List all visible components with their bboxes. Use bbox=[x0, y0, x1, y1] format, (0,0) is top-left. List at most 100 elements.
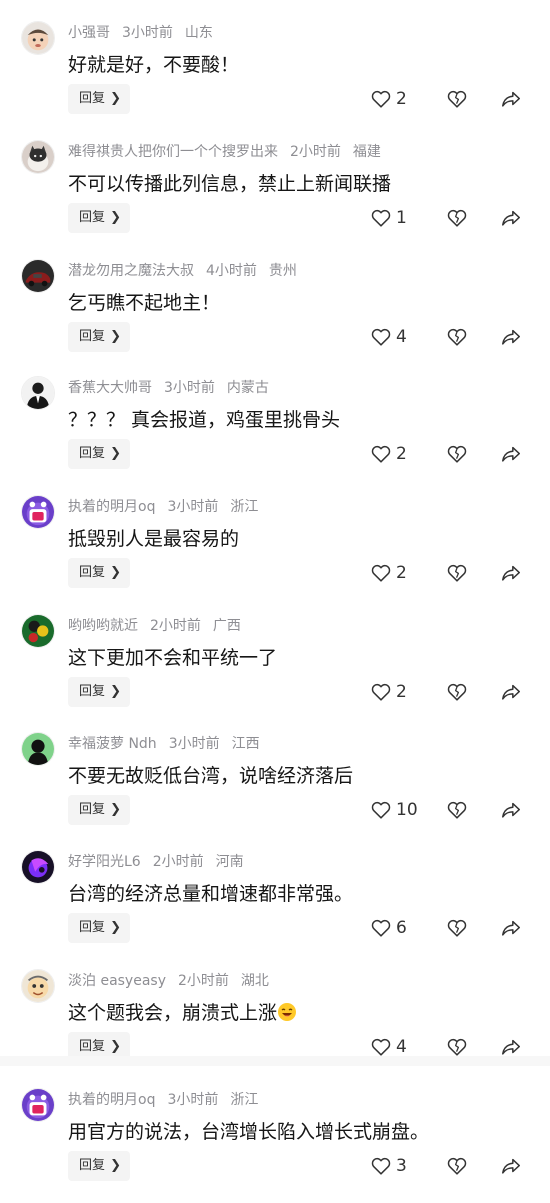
username[interactable]: 香蕉大大帅哥 bbox=[68, 380, 152, 396]
reply-label: 回复 bbox=[79, 210, 106, 225]
share-button[interactable] bbox=[500, 917, 522, 939]
like-button[interactable]: 6 bbox=[370, 917, 407, 939]
comment-time: 2小时前 bbox=[150, 618, 201, 634]
comment-time: 2小时前 bbox=[178, 973, 229, 989]
username[interactable]: 潜龙勿用之魔法大叔 bbox=[68, 263, 194, 279]
comment-text: 台湾的经济总量和增速都非常强。 bbox=[68, 879, 353, 906]
reply-button[interactable]: 回复 ❯ bbox=[68, 558, 130, 588]
share-button[interactable] bbox=[500, 207, 522, 229]
like-button[interactable]: 4 bbox=[370, 326, 407, 348]
reply-button[interactable]: 回复 ❯ bbox=[68, 84, 130, 114]
reply-button[interactable]: 回复 ❯ bbox=[68, 1151, 130, 1181]
reply-button[interactable]: 回复 ❯ bbox=[68, 439, 130, 469]
chevron-right-icon: ❯ bbox=[110, 684, 121, 699]
username[interactable]: 好学阳光L6 bbox=[68, 854, 141, 870]
broken-heart-icon bbox=[446, 443, 468, 465]
like-button[interactable]: 2 bbox=[370, 562, 407, 584]
like-button[interactable]: 2 bbox=[370, 681, 407, 703]
share-button[interactable] bbox=[500, 443, 522, 465]
share-button[interactable] bbox=[500, 562, 522, 584]
comment-meta: 潜龙勿用之魔法大叔 4小时前 贵州 bbox=[68, 260, 309, 280]
username[interactable]: 难得祺贵人把你们一个个搜罗出来 bbox=[68, 144, 278, 160]
dislike-button[interactable] bbox=[446, 326, 468, 348]
share-arrow-icon bbox=[500, 799, 522, 821]
like-button[interactable]: 2 bbox=[370, 88, 407, 110]
dislike-button[interactable] bbox=[446, 1155, 468, 1177]
share-arrow-icon bbox=[500, 917, 522, 939]
chevron-right-icon: ❯ bbox=[110, 210, 121, 225]
comment-item: 难得祺贵人把你们一个个搜罗出来 2小时前 福建 不可以传播此列信息，禁止上新闻联播 … bbox=[0, 137, 550, 255]
dislike-button[interactable] bbox=[446, 562, 468, 584]
reply-button[interactable]: 回复 ❯ bbox=[68, 203, 130, 233]
like-count: 4 bbox=[396, 1037, 407, 1057]
like-button[interactable]: 3 bbox=[370, 1155, 407, 1177]
like-count: 6 bbox=[396, 918, 407, 938]
comment-meta: 幸福菠萝 Ndh 3小时前 江西 bbox=[68, 733, 272, 753]
like-button[interactable]: 1 bbox=[370, 207, 407, 229]
share-button[interactable] bbox=[500, 799, 522, 821]
share-button[interactable] bbox=[500, 326, 522, 348]
purple-abstract-avatar-icon[interactable] bbox=[21, 850, 55, 884]
dislike-button[interactable] bbox=[446, 681, 468, 703]
heart-icon bbox=[370, 1156, 392, 1175]
broken-heart-icon bbox=[446, 681, 468, 703]
dislike-button[interactable] bbox=[446, 88, 468, 110]
comment-meta: 执着的明月oq 3小时前 浙江 bbox=[68, 496, 270, 516]
share-arrow-icon bbox=[500, 88, 522, 110]
suit-avatar-icon[interactable] bbox=[21, 376, 55, 410]
broken-heart-icon bbox=[446, 1036, 468, 1058]
monster-avatar-icon[interactable] bbox=[21, 1088, 55, 1122]
username[interactable]: 小强哥 bbox=[68, 25, 110, 41]
dislike-button[interactable] bbox=[446, 1036, 468, 1058]
dislike-button[interactable] bbox=[446, 799, 468, 821]
comment-text-content: 这下更加不会和平统一了 bbox=[68, 647, 278, 669]
heart-icon bbox=[370, 682, 392, 701]
reply-label: 回复 bbox=[79, 565, 106, 580]
billiard-avatar-icon[interactable] bbox=[21, 614, 55, 648]
username[interactable]: 执着的明月oq bbox=[68, 499, 155, 515]
comment-meta: 香蕉大大帅哥 3小时前 内蒙古 bbox=[68, 377, 281, 397]
car-avatar-icon[interactable] bbox=[21, 259, 55, 293]
chevron-right-icon: ❯ bbox=[110, 329, 121, 344]
comment-text: 好就是好，不要酸！ bbox=[68, 50, 239, 77]
comment-text-content: 不可以传播此列信息，禁止上新闻联播 bbox=[68, 173, 392, 195]
username[interactable]: 执着的明月oq bbox=[68, 1092, 155, 1108]
dislike-button[interactable] bbox=[446, 207, 468, 229]
reply-label: 回复 bbox=[79, 446, 106, 461]
reply-button[interactable]: 回复 ❯ bbox=[68, 795, 130, 825]
username[interactable]: 淡泊 easyeasy bbox=[68, 973, 166, 989]
share-button[interactable] bbox=[500, 1036, 522, 1058]
like-count: 2 bbox=[396, 444, 407, 464]
baby-avatar-icon[interactable] bbox=[21, 21, 55, 55]
cat-avatar-icon[interactable] bbox=[21, 140, 55, 174]
username[interactable]: 幸福菠萝 Ndh bbox=[68, 736, 157, 752]
like-button[interactable]: 2 bbox=[370, 443, 407, 465]
broken-heart-icon bbox=[446, 917, 468, 939]
comment-item: 潜龙勿用之魔法大叔 4小时前 贵州 乞丐瞧不起地主！ 回复 ❯ 4 bbox=[0, 256, 550, 374]
comment-meta: 执着的明月oq 3小时前 浙江 bbox=[68, 1089, 270, 1109]
like-button[interactable]: 4 bbox=[370, 1036, 407, 1058]
reply-button[interactable]: 回复 ❯ bbox=[68, 677, 130, 707]
comment-item: 香蕉大大帅哥 3小时前 内蒙古 ？？？ 真会报道，鸡蛋里挑骨头 回复 ❯ 2 bbox=[0, 373, 550, 491]
reply-button[interactable]: 回复 ❯ bbox=[68, 322, 130, 352]
reply-label: 回复 bbox=[79, 1039, 106, 1054]
reply-button[interactable]: 回复 ❯ bbox=[68, 913, 130, 943]
like-button[interactable]: 10 bbox=[370, 799, 418, 821]
comment-text-content: 乞丐瞧不起地主！ bbox=[68, 292, 221, 314]
share-button[interactable] bbox=[500, 88, 522, 110]
share-arrow-icon bbox=[500, 207, 522, 229]
silhouette-avatar-icon[interactable] bbox=[21, 732, 55, 766]
comment-item: 好学阳光L6 2小时前 河南 台湾的经济总量和增速都非常强。 回复 ❯ 6 bbox=[0, 847, 550, 965]
share-button[interactable] bbox=[500, 681, 522, 703]
username[interactable]: 哟哟哟就近 bbox=[68, 618, 138, 634]
comment-time: 3小时前 bbox=[164, 380, 215, 396]
heart-icon bbox=[370, 208, 392, 227]
dislike-button[interactable] bbox=[446, 917, 468, 939]
dislike-button[interactable] bbox=[446, 443, 468, 465]
share-button[interactable] bbox=[500, 1155, 522, 1177]
monster-avatar-icon[interactable] bbox=[21, 495, 55, 529]
cartoon-face-avatar-icon[interactable] bbox=[21, 969, 55, 1003]
broken-heart-icon bbox=[446, 1155, 468, 1177]
ip-location: 浙江 bbox=[230, 499, 259, 515]
comment-time: 3小时前 bbox=[167, 499, 219, 515]
